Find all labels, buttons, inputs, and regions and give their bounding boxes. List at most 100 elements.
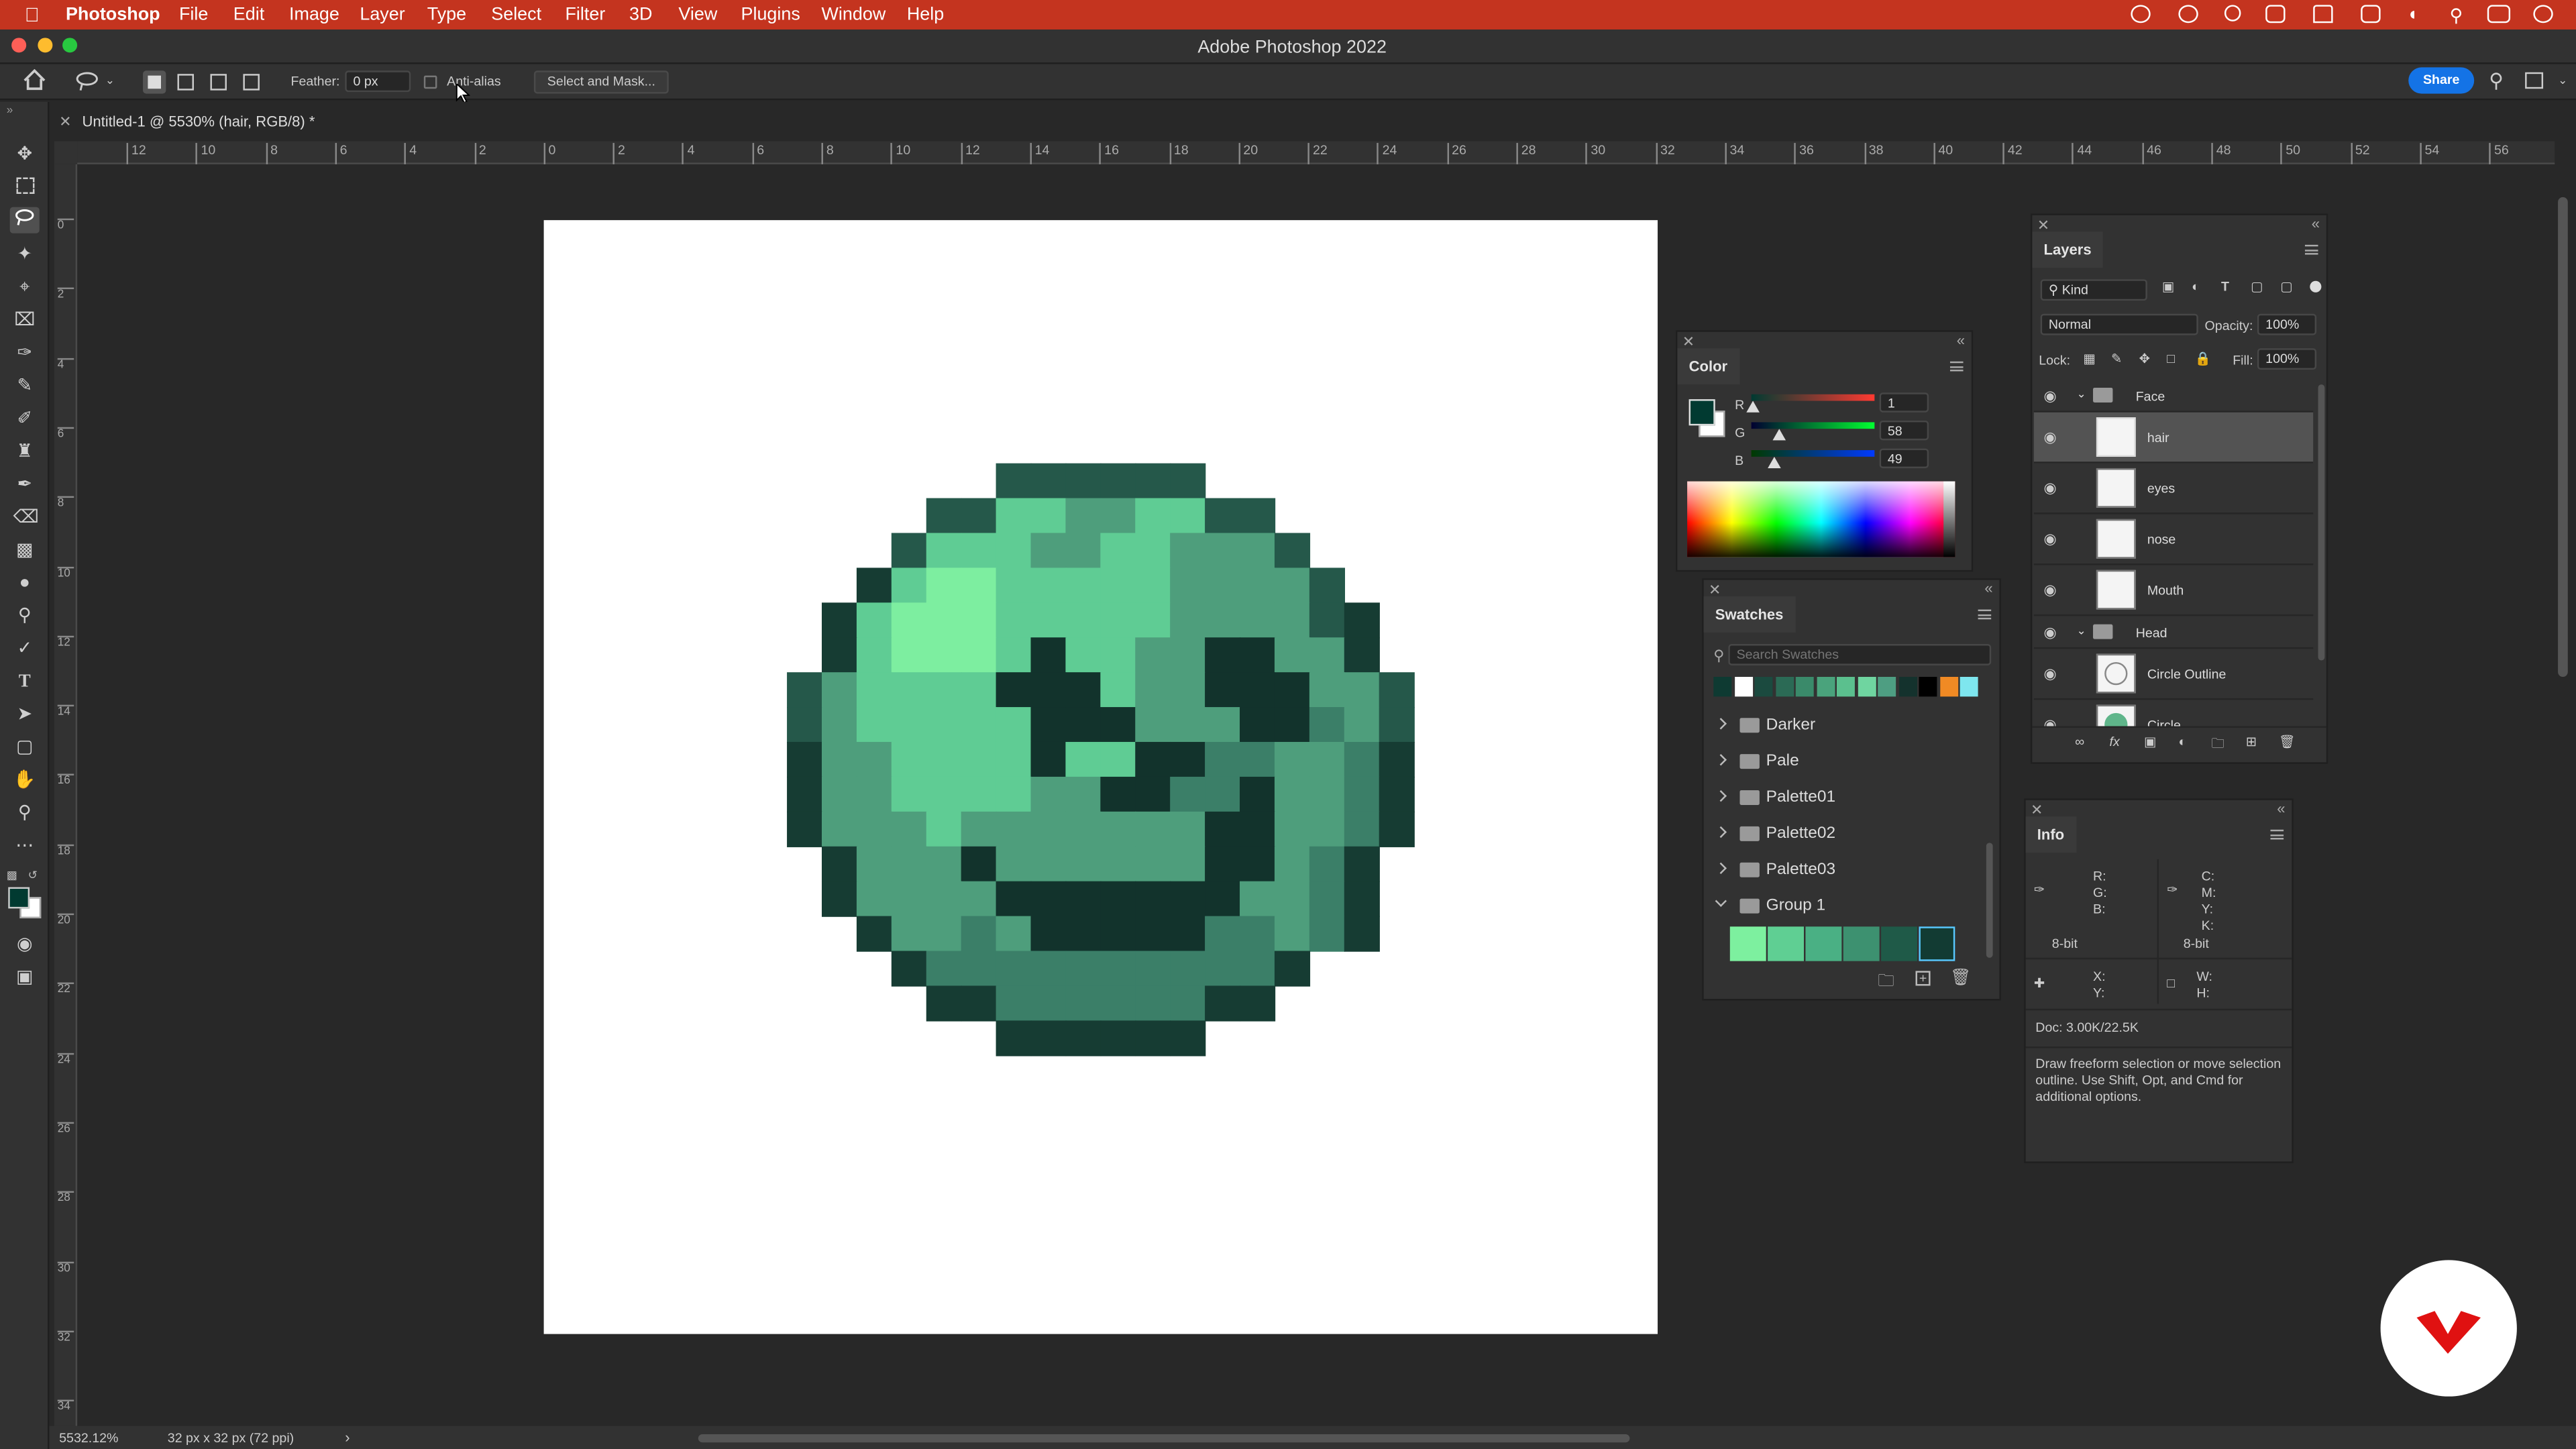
close-window-button[interactable] [11,38,27,53]
search-swatches-input[interactable] [1728,644,1992,665]
antialias-checkbox[interactable] [423,75,437,89]
pen-tool-icon[interactable]: ✓ [13,637,36,660]
swatch-group-palette02[interactable]: Palette02 [1712,820,1975,853]
foreground-color-swatch[interactable] [8,887,30,909]
share-button[interactable]: Share [2408,67,2475,94]
group1-color-swatch[interactable] [1729,926,1766,961]
healing-brush-tool-icon[interactable]: ✎ [13,374,36,397]
swatch-group-palette03[interactable]: Palette03 [1712,856,1975,889]
select-and-mask-button[interactable]: Select and Mask... [533,70,669,94]
smart-object-filter-icon[interactable]: ▢ [2280,279,2293,294]
zoom-level-readout[interactable]: 5532.12% [59,1431,118,1446]
visibility-eye-icon[interactable]: ◉ [2044,717,2060,726]
chevron-down-icon[interactable]: ⌄ [105,74,115,87]
menu-plugins[interactable]: Plugins [741,5,800,24]
color-swatch[interactable] [1919,676,1937,697]
move-tool-icon[interactable]: ✥ [13,143,36,166]
lock-all-icon[interactable]: 🔒 [2195,352,2211,366]
eraser-tool-icon[interactable]: ⌫ [13,506,39,529]
home-status-icon[interactable] [2313,5,2333,23]
chevron-right-icon[interactable] [1715,790,1727,802]
visibility-eye-icon[interactable]: ◉ [2044,582,2060,597]
swap-colors-icon[interactable]: ↺ [28,869,38,882]
layer-nose[interactable]: ◉ nose [2033,515,2314,566]
delete-layer-icon[interactable]: 🗑 [2279,735,2296,749]
app-menu[interactable]: Photoshop [66,5,160,24]
add-mask-icon[interactable]: ▣ [2144,735,2157,749]
lock-artboard-icon[interactable]: □ [2167,352,2175,366]
layer-circle-outline[interactable]: ◉ Circle Outline [2033,649,2314,700]
minimize-window-button[interactable] [38,38,53,53]
horizontal-ruler[interactable]: 12 10 8 6 4 2 0 2 4 6 8 10 12 14 16 18 20 22 24 26 28 30 32 34 3… [77,141,2555,164]
swatches-panel-tab[interactable]: Swatches [1703,596,1795,633]
collapse-toolbar-icon[interactable]: » [7,105,13,117]
spectrum-black-white-strip[interactable] [1943,481,1955,557]
g-slider-track[interactable] [1751,422,1875,429]
r-slider-track[interactable] [1751,394,1875,401]
b-value-input[interactable]: 49 [1879,448,1929,468]
creative-cloud-icon[interactable] [2131,5,2151,23]
color-swatch[interactable] [1754,676,1773,697]
hand-tool-icon[interactable]: ✋ [13,769,36,792]
pixel-filter-icon[interactable]: ▣ [2162,279,2175,294]
layer-effects-icon[interactable]: fx [2110,735,2120,749]
magic-wand-tool-icon[interactable]: ✦ [13,243,36,266]
history-brush-tool-icon[interactable]: ✒ [13,473,36,496]
panel-menu-icon[interactable] [2270,829,2284,840]
vertical-ruler[interactable]: 0 2 4 6 8 10 12 14 16 18 20 22 24 26 28 30 32 34 [54,164,78,1426]
document-dimensions-readout[interactable]: 32 px x 32 px (72 ppi) [168,1431,294,1446]
menu-edit[interactable]: Edit [233,5,264,24]
layer-mouth[interactable]: ◉ Mouth [2033,565,2314,616]
menu-select[interactable]: Select [491,5,541,24]
color-swatch[interactable] [1960,676,1978,697]
visibility-eye-icon[interactable]: ◉ [2044,531,2060,546]
r-slider-thumb[interactable] [1746,400,1760,413]
menu-filter[interactable]: Filter [565,5,605,24]
eye-status-icon[interactable] [2178,5,2198,23]
control-center-icon[interactable] [2487,5,2511,23]
panel-menu-icon[interactable] [1949,361,1964,372]
screen-mode-icon[interactable]: ▣ [13,966,36,989]
screen-icon[interactable] [2265,5,2286,23]
layers-panel-tab[interactable]: Layers [2032,231,2103,268]
new-layer-icon[interactable]: ⊞ [2246,735,2257,749]
layer-filter-kind-select[interactable]: ⚲ Kind [2040,279,2147,301]
collapse-panel-icon[interactable]: « [1984,580,1992,596]
menu-view[interactable]: View [678,5,717,24]
crop-tool-icon[interactable]: ⌖ [13,276,36,299]
siri-icon[interactable] [2533,5,2553,23]
clone-stamp-tool-icon[interactable]: ♜ [13,440,36,463]
g-value-input[interactable]: 58 [1879,420,1929,441]
color-swatch[interactable] [1713,676,1732,697]
group1-color-swatch[interactable] [1919,926,1955,961]
color-swatch[interactable] [1733,676,1752,697]
layer-group-head[interactable]: ◉ ⌄ Head [2033,616,2314,649]
g-slider-thumb[interactable] [1772,429,1786,441]
zoom-tool-icon[interactable]: ⚲ [13,802,36,824]
apple-icon[interactable]:  [25,3,40,26]
lock-transparency-icon[interactable]: ▦ [2083,352,2096,366]
workspace-chevron-down-icon[interactable]: ⌄ [2558,74,2567,87]
collapse-panel-icon[interactable]: « [1957,332,1965,348]
shape-filter-icon[interactable]: ▢ [2251,279,2263,294]
visibility-eye-icon[interactable]: ◉ [2044,388,2060,403]
path-selection-tool-icon[interactable]: ➤ [13,703,36,726]
lock-position-icon[interactable]: ✥ [2139,352,2150,366]
new-swatch-icon[interactable]: + [1915,971,1931,986]
fill-input[interactable]: 100% [2257,348,2317,370]
feather-input[interactable]: 0 px [345,70,411,93]
chevron-right-icon[interactable] [1715,718,1727,730]
brush-tool-icon[interactable]: ✐ [13,407,36,430]
new-selection-mode-button[interactable] [143,70,166,94]
color-swatch[interactable] [1898,676,1917,697]
menu-type[interactable]: Type [427,5,466,24]
menu-image[interactable]: Image [289,5,339,24]
group1-color-swatch[interactable] [1805,926,1842,961]
eyedropper-tool-icon[interactable]: ✑ [13,341,36,364]
visibility-eye-icon[interactable]: ◉ [2044,666,2060,681]
marquee-tool-icon[interactable] [16,177,35,194]
document-canvas[interactable] [543,220,1658,1334]
collapse-panel-icon[interactable]: « [2312,215,2320,231]
menu-file[interactable]: File [179,5,208,24]
close-document-icon[interactable]: ✕ [59,113,71,131]
